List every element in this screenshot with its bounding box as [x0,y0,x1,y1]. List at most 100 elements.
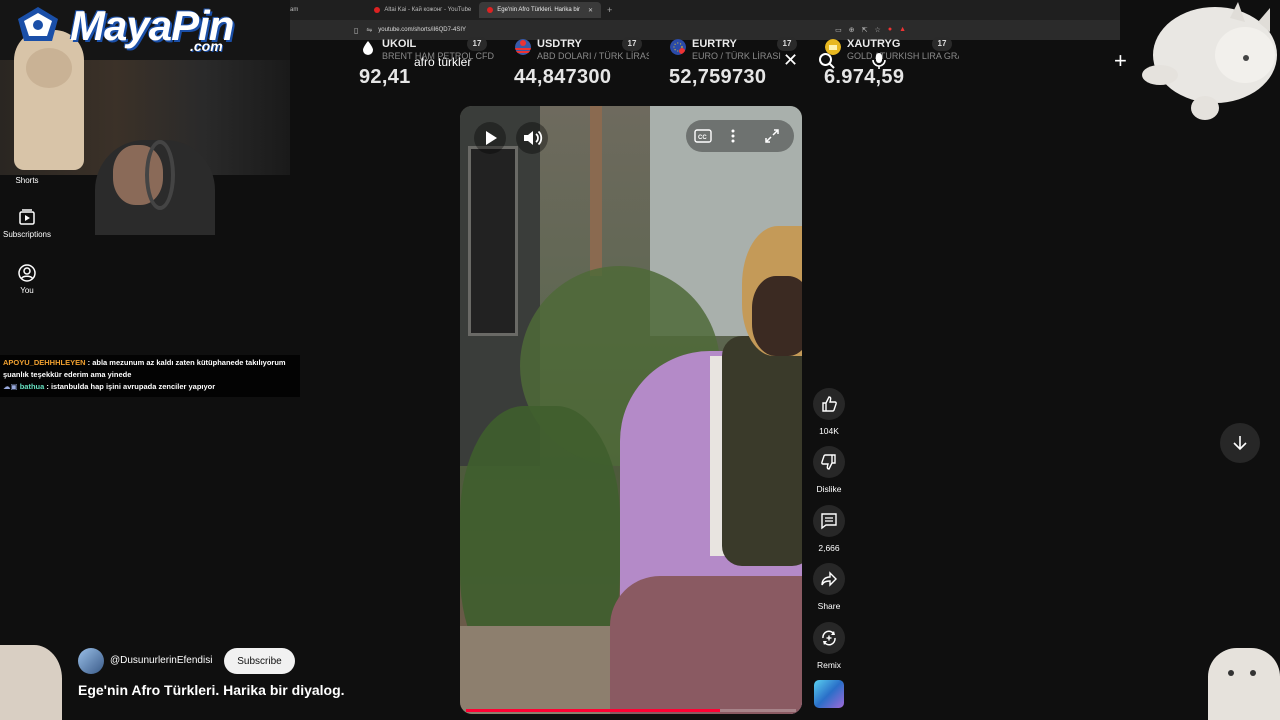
play-button[interactable] [474,122,506,154]
sidebar-item-label: Shorts [15,176,39,185]
eu-flag-icon [670,39,686,55]
ticker-symbol: USDTRY [537,38,582,50]
ticker-description: GOLD / TURKISH LIRA GRA [847,51,959,61]
next-video-button[interactable] [1220,423,1260,463]
chat-username: APOYU_DEHHHLEYEN [3,358,86,367]
bookmark-icon[interactable]: ▯ [354,26,358,35]
tradingview-icon: 17 [932,37,952,51]
chat-text: : istanbulda hap işini avrupada zenciler… [46,382,216,391]
comments-button[interactable]: 2,666 [810,505,848,553]
comment-count: 2,666 [818,543,840,553]
stream-chat-overlay: APOYU_DEHHHLEYEN : abla mezunum az kaldı… [0,355,300,397]
site-logo-suffix: .com [190,38,223,54]
url-text[interactable]: youtube.com/shorts/iI6QD7-4SIY [378,27,466,33]
browser-tab-strip: ram Altai Kai - Кай кожонг - YouTube Ege… [280,0,1120,20]
dislike-button[interactable]: Dislike [810,446,848,494]
tradingview-icon: 17 [467,37,487,51]
subscribe-button[interactable]: Subscribe [224,648,295,674]
remix-label: Remix [816,660,842,670]
sidebar-item-you[interactable]: You [0,264,54,295]
clear-search-icon[interactable]: ✕ [783,50,798,71]
remix-button[interactable]: Remix [810,622,848,670]
channel-avatar[interactable] [78,648,104,674]
ticker-description: ABD DOLARI / TÜRK LİRAS [537,51,649,61]
chat-badge-icon: ☁▣ [3,382,18,391]
youtube-favicon-icon [487,7,494,13]
share-arrow-icon [821,571,837,587]
like-count: 104K [819,426,839,436]
ticker-value: 44,847300 [514,66,612,88]
stream-overlay-logo-cam: MayaPin .com [0,0,290,235]
volume-icon [524,130,543,146]
cat-sticker-image [1208,648,1280,720]
sidebar-item-label: Subscriptions [2,230,52,239]
tradingview-icon: 17 [777,37,797,51]
player-controls-group: CC [686,120,794,152]
tradingview-icon: 17 [622,37,642,51]
arrow-down-icon [1233,436,1247,451]
subscriptions-icon [19,209,35,225]
search-input[interactable]: afro türkler [414,55,471,69]
create-plus-icon[interactable]: + [1114,50,1127,72]
channel-name[interactable]: @DusunurlerinEfendisi [110,655,212,666]
search-icon[interactable] [818,52,836,70]
ticker-symbol: XAUTRYG [847,38,901,50]
cat-sticker-image [0,645,62,720]
video-progress-bar[interactable] [466,709,796,712]
chat-username: bathua [19,382,45,391]
shorts-video-player[interactable]: CC [460,106,802,714]
remix-icon [822,630,836,646]
ticker-item: USDTRY ABD DOLARI / TÜRK LİRAS 44,847300… [510,36,665,92]
share-icon[interactable]: ⇱ [862,26,868,34]
thumbs-down-icon [821,454,836,470]
ticker-value: 6.974,59 [824,66,905,88]
dislike-label: Dislike [816,484,842,494]
share-button[interactable]: Share [810,563,848,611]
ticker-value: 92,41 [359,66,411,88]
tab-label: Ege'nin Afro Türkleri. Harika bir [497,7,580,13]
browser-extensions: ▭ ⊕ ⇱ ☆ ● ▲ [835,26,906,34]
fullscreen-icon[interactable] [764,128,780,144]
cat-image [14,30,84,170]
streamer-image [95,140,215,235]
zoom-icon[interactable]: ⊕ [849,26,855,34]
comment-icon [821,513,837,530]
sidebar-item-shorts[interactable]: Shorts [0,176,54,185]
progress-fill [466,709,721,712]
sound-thumbnail[interactable] [814,680,844,708]
ticker-item: XAUTRYG GOLD / TURKISH LIRA GRA 6.974,59… [820,36,975,92]
new-tab-button[interactable]: + [601,5,618,15]
site-info-icon[interactable]: ⇋ [366,26,372,34]
ticker-symbol: EURTRY [692,38,737,50]
oil-drop-icon [363,41,373,55]
mayapin-logo-icon [18,7,58,41]
video-title[interactable]: Ege'nin Afro Türkleri. Harika bir diyalo… [78,682,345,698]
sidebar-item-subscriptions[interactable]: Subscriptions [0,208,54,239]
tab-label: Altai Kai - Кай кожонг - YouTube [384,7,472,13]
account-icon [18,264,36,282]
more-options-icon[interactable] [730,128,736,144]
close-tab-icon[interactable]: ✕ [588,7,593,14]
svg-text:CC: CC [698,135,707,141]
sidebar-item-label: You [20,286,34,295]
microphone-icon[interactable] [870,52,888,70]
captions-icon[interactable]: CC [694,128,712,144]
volume-button[interactable] [516,122,548,154]
youtube-favicon-icon [374,7,381,13]
browser-tab[interactable]: Altai Kai - Кай кожонг - YouTube [366,2,479,18]
ticker-symbol: UKOIL [382,38,417,50]
like-button[interactable]: 104K [810,388,848,436]
headphones-icon [145,140,175,210]
browser-tab-active[interactable]: Ege'nin Afro Türkleri. Harika bir ✕ [479,2,602,18]
ticker-value: 52,759730 [669,66,767,88]
chat-message: APOYU_DEHHHLEYEN : abla mezunum az kaldı… [3,357,297,381]
play-icon [486,131,497,145]
thumbs-up-icon [822,396,837,412]
share-label: Share [817,601,841,611]
extension-icon[interactable]: ● [888,26,892,34]
cat-sticker-image [1142,2,1277,120]
screen-icon[interactable]: ▭ [835,26,842,34]
star-icon[interactable]: ☆ [875,26,881,34]
chat-message: ☁▣ bathua : istanbulda hap işini avrupad… [3,381,297,393]
alert-icon[interactable]: ▲ [899,26,906,34]
